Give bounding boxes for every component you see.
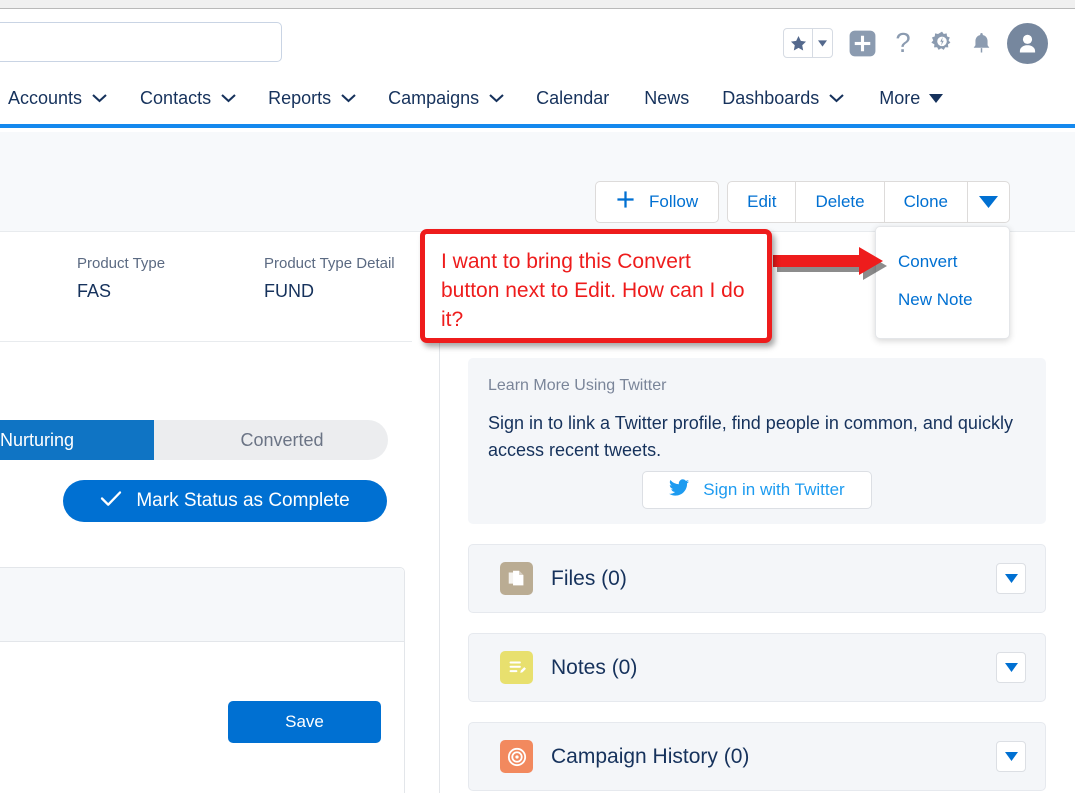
annotation-text: I want to bring this Convert button next…	[441, 248, 753, 335]
nav-item-accounts[interactable]: Accounts	[8, 71, 108, 124]
gear-icon[interactable]	[928, 29, 956, 57]
sign-in-with-twitter-button[interactable]: Sign in with Twitter	[642, 471, 872, 509]
nav-label: Contacts	[140, 89, 211, 107]
sales-path: Nurturing Converted	[0, 420, 388, 460]
path-stage-next[interactable]: Converted	[154, 420, 388, 460]
path-stage-label: Converted	[240, 430, 323, 451]
chevron-down-icon[interactable]	[91, 87, 108, 108]
twitter-card: Learn More Using Twitter Sign in to link…	[468, 358, 1046, 524]
left-column: Product Type FAS Product Type Detail FUN…	[0, 232, 440, 793]
note-icon	[500, 651, 533, 684]
salesforce-record-page: ?	[0, 0, 1075, 793]
edit-button[interactable]: Edit	[727, 181, 796, 223]
follow-button[interactable]: Follow	[595, 181, 719, 223]
twitter-card-body: Sign in to link a Twitter profile, find …	[488, 410, 1026, 465]
chevron-down-icon[interactable]	[812, 29, 832, 57]
nav-item-reports[interactable]: Reports	[268, 71, 357, 124]
svg-text:?: ?	[895, 28, 910, 58]
field-product-type-detail: Product Type Detail FUND	[264, 255, 395, 302]
detail-fields-card: Product Type FAS Product Type Detail FUN…	[0, 232, 412, 342]
header-icon-group: ?	[783, 20, 1048, 66]
mark-complete-label: Mark Status as Complete	[136, 490, 349, 512]
nav-item-dashboards[interactable]: Dashboards	[722, 71, 845, 124]
path-stage-label: Nurturing	[0, 430, 74, 451]
nav-label: Accounts	[8, 89, 82, 107]
nav-item-news[interactable]: News	[644, 71, 689, 124]
field-product-type: Product Type FAS	[77, 255, 165, 302]
field-label: Product Type	[77, 255, 165, 272]
favorites-button-group[interactable]	[783, 28, 833, 58]
field-value: FUND	[264, 281, 395, 302]
record-header-band: Follow Edit Delete Clone	[0, 132, 1075, 232]
nav-label: Dashboards	[722, 89, 819, 107]
campaign-icon	[500, 740, 533, 773]
delete-button[interactable]: Delete	[796, 181, 884, 223]
related-list-title: Campaign History (0)	[551, 745, 749, 769]
related-list-title: Notes (0)	[551, 656, 637, 680]
nav-label: News	[644, 89, 689, 107]
form-card-header	[0, 568, 404, 642]
clone-button[interactable]: Clone	[885, 181, 968, 223]
chevron-down-icon[interactable]	[340, 87, 357, 108]
question-mark-icon[interactable]: ?	[892, 28, 914, 58]
related-list-files[interactable]: Files (0)	[468, 544, 1046, 613]
check-icon	[100, 490, 122, 513]
record-button-group: Edit Delete Clone	[727, 181, 1010, 223]
nav-label: Reports	[268, 89, 331, 107]
nav-item-more[interactable]: More	[879, 71, 943, 124]
save-button[interactable]: Save	[228, 701, 381, 743]
twitter-card-title: Learn More Using Twitter	[488, 377, 1026, 395]
mark-status-complete-button[interactable]: Mark Status as Complete	[63, 480, 387, 522]
related-list-notes[interactable]: Notes (0)	[468, 633, 1046, 702]
nav-item-calendar[interactable]: Calendar	[536, 71, 609, 124]
field-label: Product Type Detail	[264, 255, 395, 272]
more-actions-button[interactable]	[968, 181, 1010, 223]
related-list-title: Files (0)	[551, 567, 627, 591]
nav-item-contacts[interactable]: Contacts	[140, 71, 237, 124]
star-icon[interactable]	[784, 29, 812, 57]
twitter-bird-icon	[669, 479, 690, 502]
path-stage-current[interactable]: Nurturing	[0, 420, 166, 460]
related-list-campaign-history[interactable]: Campaign History (0)	[468, 722, 1046, 791]
annotation-callout: I want to bring this Convert button next…	[420, 229, 772, 343]
caret-down-icon[interactable]	[996, 741, 1026, 772]
global-search-input[interactable]	[0, 22, 282, 62]
field-value: FAS	[77, 281, 165, 302]
triangle-down-icon[interactable]	[929, 87, 943, 108]
file-icon	[500, 562, 533, 595]
avatar[interactable]	[1007, 23, 1048, 64]
record-action-bar: Follow Edit Delete Clone	[595, 181, 1010, 223]
plus-icon	[616, 190, 635, 214]
record-form-card: Save	[0, 567, 405, 793]
bell-icon[interactable]	[970, 30, 993, 56]
object-nav-bar: Accounts Contacts Reports Campaigns Cale…	[0, 71, 1075, 128]
chevron-down-icon[interactable]	[828, 87, 845, 108]
nav-label: Calendar	[536, 89, 609, 107]
twitter-button-label: Sign in with Twitter	[703, 480, 844, 500]
follow-label: Follow	[649, 192, 698, 212]
nav-label: More	[879, 89, 920, 107]
browser-top-strip	[0, 0, 1075, 9]
plus-icon[interactable]	[847, 28, 878, 59]
annotation-arrow	[770, 243, 905, 289]
caret-down-icon[interactable]	[996, 563, 1026, 594]
nav-label: Campaigns	[388, 89, 479, 107]
caret-down-icon[interactable]	[996, 652, 1026, 683]
nav-item-campaigns[interactable]: Campaigns	[388, 71, 505, 124]
global-header: ?	[0, 10, 1075, 71]
chevron-down-icon[interactable]	[220, 87, 237, 108]
chevron-down-icon[interactable]	[488, 87, 505, 108]
